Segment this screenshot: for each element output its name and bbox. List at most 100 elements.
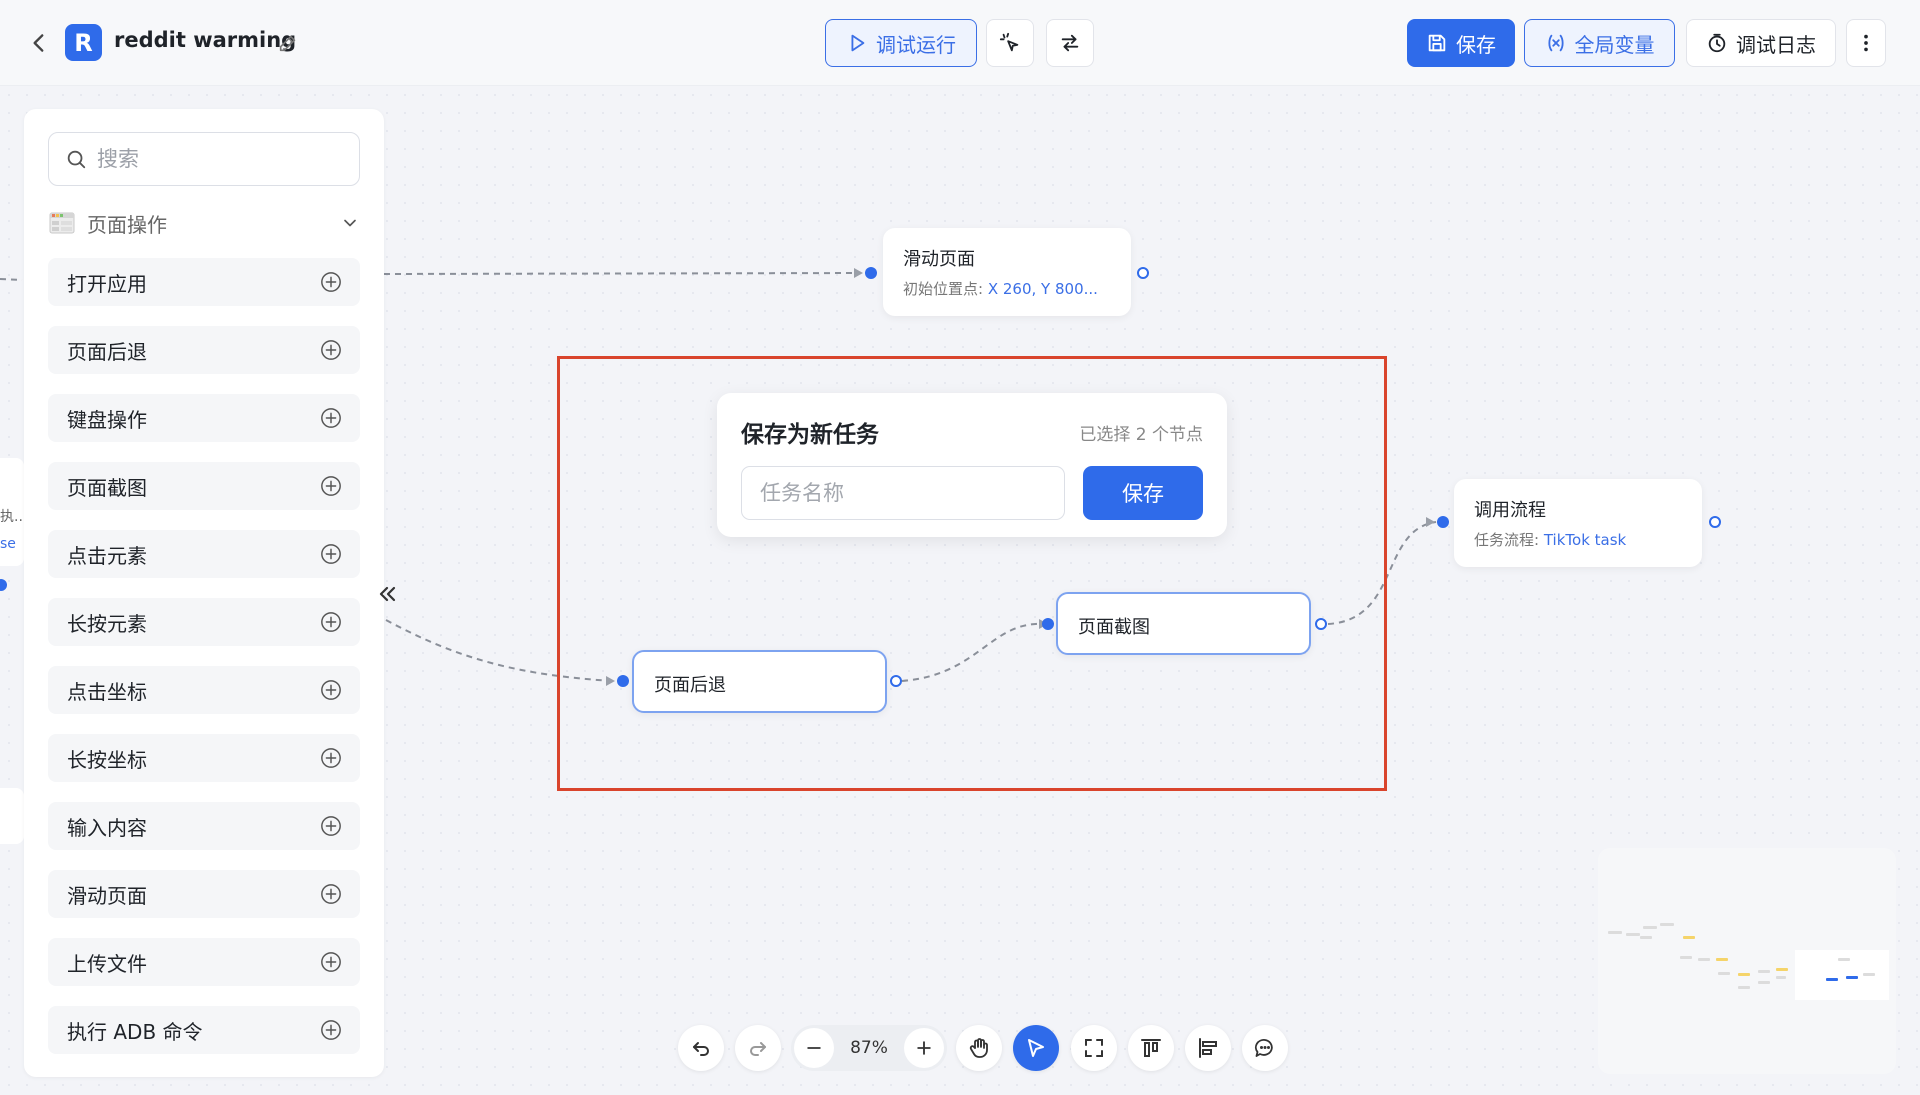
node-library-panel: 页面操作 打开应用 页面后退 键盘操作 页面截图 点击元素 长按元素 点击坐标 … [24,109,384,1077]
sidebar-item-adb-command[interactable]: 执行 ADB 命令 [48,1006,360,1054]
popover-title: 保存为新任务 [741,422,879,448]
sidebar-item-click-element[interactable]: 点击元素 [48,530,360,578]
sidebar-item-label: 滑动页面 [67,883,147,908]
node-title: 页面截图 [1078,617,1150,638]
offscreen-node-partial[interactable]: 执... se [0,458,27,566]
global-variables-button[interactable]: 全局变量 [1524,19,1675,67]
sidebar-item-screenshot[interactable]: 页面截图 [48,462,360,510]
sidebar-item-click-coordinate[interactable]: 点击坐标 [48,666,360,714]
hand-tool-button[interactable] [956,1025,1002,1071]
variable-icon [1547,34,1564,52]
node-title: 调用流程 [1474,500,1546,521]
chat-bubble-icon [1255,1039,1273,1057]
plus-circle-icon[interactable] [320,951,342,973]
node-back-input-port[interactable] [617,675,629,687]
plus-circle-icon[interactable] [320,271,342,293]
minimap-node [1698,958,1710,961]
node-back-output-port[interactable] [890,675,902,687]
minimap-node [1680,956,1692,959]
plus-circle-icon[interactable] [320,407,342,429]
search-icon [67,150,86,169]
sidebar-item-open-app[interactable]: 打开应用 [48,258,360,306]
pencil-icon[interactable] [277,32,299,54]
redo-button[interactable] [735,1025,781,1071]
save-task-button[interactable]: 保存 [1083,466,1203,520]
plus-circle-icon[interactable] [320,543,342,565]
swap-button[interactable] [1046,19,1094,67]
minimap-node [1660,923,1674,926]
minimap-node [1718,972,1730,975]
sidebar-item-scroll-page[interactable]: 滑动页面 [48,870,360,918]
plus-circle-icon[interactable] [320,611,342,633]
sidebar-item-label: 长按元素 [67,611,147,636]
minimap-node [1608,931,1622,934]
align-left-icon [1199,1038,1217,1058]
sidebar-item-label: 上传文件 [67,951,147,976]
app-avatar: R [65,24,102,61]
back-arrow-icon[interactable] [26,30,52,56]
section-page-operations[interactable]: 页面操作 [48,207,360,239]
more-menu-button[interactable] [1846,19,1886,67]
sidebar-item-label: 长按坐标 [67,747,147,772]
sidebar-item-label: 点击元素 [67,543,147,568]
node-page-back[interactable]: 页面后退 [632,650,887,713]
plus-circle-icon[interactable] [320,679,342,701]
plus-circle-icon[interactable] [320,747,342,769]
zoom-out-button[interactable] [794,1028,834,1068]
sidebar-item-label: 执行 ADB 命令 [67,1019,203,1044]
minimap-node [1846,976,1858,979]
play-icon [851,34,865,52]
node-call-flow[interactable]: 调用流程 任务流程: TikTok task [1454,479,1702,567]
node-subtitle: 初始位置点: X 260, Y 800... [903,280,1098,298]
sidebar-item-input-content[interactable]: 输入内容 [48,802,360,850]
undo-icon [693,1042,709,1056]
sidebar-item-keyboard[interactable]: 键盘操作 [48,394,360,442]
comment-button[interactable] [1242,1025,1288,1071]
plus-circle-icon[interactable] [320,1019,342,1041]
fit-view-button[interactable] [1071,1025,1117,1071]
align-left-button[interactable] [1185,1025,1231,1071]
node-page-screenshot[interactable]: 页面截图 [1056,592,1311,655]
node-scroll-page[interactable]: 滑动页面 初始位置点: X 260, Y 800... [883,228,1131,316]
minimap-node [1738,973,1750,976]
debug-run-label: 调试运行 [876,32,956,57]
global-variables-label: 全局变量 [1574,32,1655,57]
debug-run-button[interactable]: 调试运行 [825,19,977,67]
node-screenshot-input-port[interactable] [1042,618,1054,630]
debug-log-label: 调试日志 [1736,32,1816,57]
task-name-input[interactable] [741,466,1065,520]
select-tool-button[interactable] [1013,1025,1059,1071]
minimap[interactable] [1598,848,1896,1074]
cursor-arrow-icon [1028,1039,1044,1057]
node-title: 滑动页面 [903,249,975,270]
sidebar-item-label: 页面截图 [67,475,147,500]
minimap-node [1758,970,1770,973]
node-scroll-input-port[interactable] [865,267,877,279]
debug-log-button[interactable]: 调试日志 [1686,19,1836,67]
minimap-node [1863,973,1875,976]
sidebar-item-upload-file[interactable]: 上传文件 [48,938,360,986]
search-box[interactable] [48,132,360,186]
node-scroll-output-port[interactable] [1137,267,1149,279]
sidebar-item-long-press-coordinate[interactable]: 长按坐标 [48,734,360,782]
save-button[interactable]: 保存 [1407,19,1515,67]
plus-circle-icon[interactable] [320,815,342,837]
sidebar-item-page-back[interactable]: 页面后退 [48,326,360,374]
node-call-flow-output-port[interactable] [1709,516,1721,528]
collapse-panel-icon[interactable] [375,582,399,606]
plus-circle-icon[interactable] [320,883,342,905]
undo-button[interactable] [678,1025,724,1071]
minimap-node [1640,936,1652,939]
pointer-sparkle-button[interactable] [986,19,1034,67]
search-input[interactable] [97,147,347,171]
node-call-flow-input-port[interactable] [1437,516,1449,528]
node-screenshot-output-port[interactable] [1315,618,1327,630]
redo-icon [750,1042,766,1056]
align-top-button[interactable] [1128,1025,1174,1071]
plus-circle-icon[interactable] [320,475,342,497]
zoom-in-button[interactable] [904,1028,944,1068]
sidebar-item-long-press-element[interactable]: 长按元素 [48,598,360,646]
plus-circle-icon[interactable] [320,339,342,361]
offscreen-node-partial-2[interactable] [0,788,24,844]
save-as-task-popover: 保存为新任务 已选择 2 个节点 保存 [717,393,1227,537]
